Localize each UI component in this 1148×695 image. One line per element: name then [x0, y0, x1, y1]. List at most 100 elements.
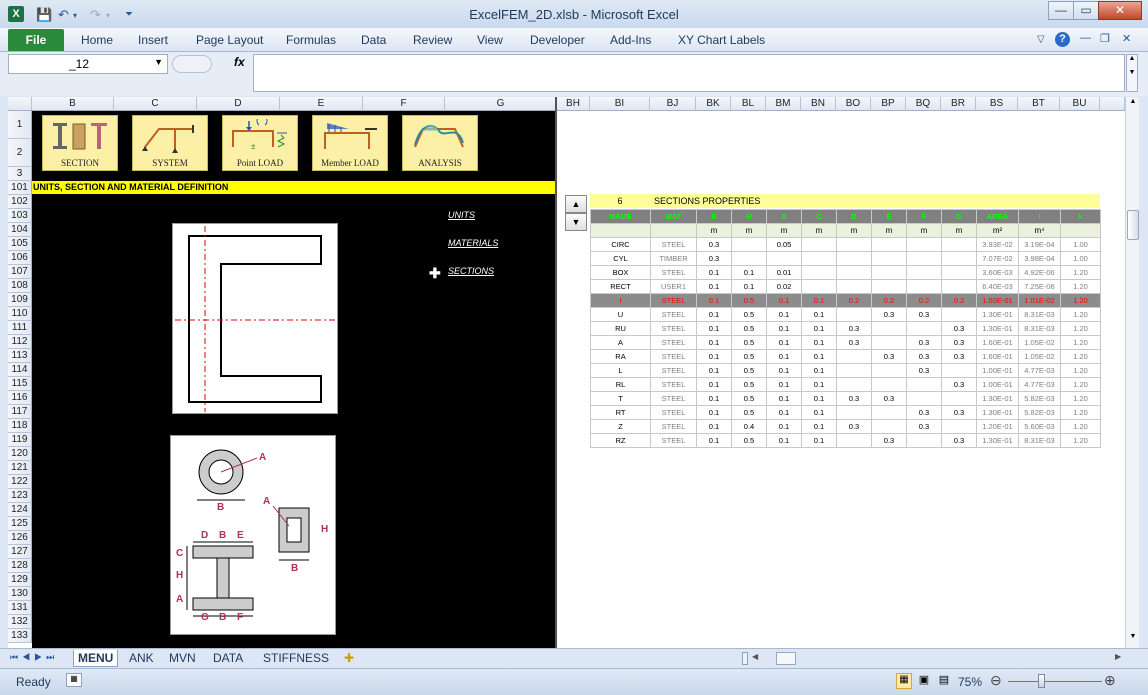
- tab-insert[interactable]: Insert: [138, 33, 168, 47]
- table-cell[interactable]: STEEL: [650, 349, 697, 364]
- table-cell[interactable]: 1.20: [1060, 293, 1101, 308]
- table-cell[interactable]: 1.60E-01: [976, 349, 1019, 364]
- table-cell[interactable]: 8.31E-03: [1018, 307, 1061, 322]
- table-cell[interactable]: [836, 405, 872, 420]
- tab-xy-chart-labels[interactable]: XY Chart Labels: [678, 33, 765, 47]
- row-header[interactable]: 120: [8, 447, 32, 461]
- workbook-minimize-icon[interactable]: —: [1080, 32, 1091, 44]
- table-cell[interactable]: [871, 279, 907, 294]
- table-cell[interactable]: 4.77E-03: [1018, 363, 1061, 378]
- table-cell[interactable]: 1.20: [1060, 405, 1101, 420]
- table-cell[interactable]: [941, 363, 977, 378]
- table-cell[interactable]: 0.1: [801, 335, 837, 350]
- row-header[interactable]: 115: [8, 377, 32, 391]
- table-cell[interactable]: [836, 349, 872, 364]
- sheet-tab-stiffness[interactable]: STIFFNESS: [259, 650, 333, 666]
- table-cell[interactable]: [941, 251, 977, 266]
- spin-down-button[interactable]: ▼: [565, 213, 587, 231]
- table-cell[interactable]: 0.3: [941, 335, 977, 350]
- table-cell[interactable]: [941, 237, 977, 252]
- table-cell[interactable]: [731, 237, 767, 252]
- table-cell[interactable]: 3.60E-03: [976, 265, 1019, 280]
- normal-view-icon[interactable]: ▦: [896, 673, 912, 689]
- table-cell[interactable]: 0.3: [906, 349, 942, 364]
- column-header[interactable]: [1100, 97, 1125, 111]
- table-cell[interactable]: 0.3: [906, 363, 942, 378]
- table-cell[interactable]: 0.1: [696, 321, 732, 336]
- column-header[interactable]: E: [280, 97, 363, 111]
- table-cell[interactable]: MAT: [650, 209, 697, 224]
- table-cell[interactable]: 0.02: [766, 279, 802, 294]
- point-load-button[interactable]: ± Point LOAD: [222, 115, 298, 171]
- table-cell[interactable]: 0.1: [696, 293, 732, 308]
- table-cell[interactable]: m: [766, 223, 802, 238]
- column-header[interactable]: BJ: [650, 97, 696, 111]
- table-cell[interactable]: 1.20: [1060, 419, 1101, 434]
- row-header[interactable]: 129: [8, 573, 32, 587]
- minimize-ribbon-icon[interactable]: ▽: [1037, 34, 1045, 45]
- row-header[interactable]: 113: [8, 349, 32, 363]
- table-cell[interactable]: 0.1: [696, 265, 732, 280]
- table-cell[interactable]: 1.30E-01: [976, 307, 1019, 322]
- table-cell[interactable]: [906, 391, 942, 406]
- table-cell[interactable]: STEEL: [650, 237, 697, 252]
- table-cell[interactable]: 0.1: [696, 419, 732, 434]
- table-cell[interactable]: 0.1: [766, 335, 802, 350]
- tab-page-layout[interactable]: Page Layout: [196, 33, 263, 47]
- table-cell[interactable]: m: [906, 223, 942, 238]
- table-cell[interactable]: 1.00: [1060, 251, 1101, 266]
- maximize-button[interactable]: ▭: [1073, 1, 1099, 20]
- table-cell[interactable]: 0.5: [731, 335, 767, 350]
- file-tab[interactable]: File: [8, 29, 64, 51]
- column-header[interactable]: D: [197, 97, 280, 111]
- table-cell[interactable]: 1.30E-01: [976, 433, 1019, 448]
- table-cell[interactable]: [906, 251, 942, 266]
- hscroll-thumb[interactable]: [776, 652, 796, 665]
- table-cell[interactable]: 0.1: [801, 349, 837, 364]
- tab-home[interactable]: Home: [81, 33, 113, 47]
- table-cell[interactable]: m: [731, 223, 767, 238]
- table-cell[interactable]: STEEL: [650, 363, 697, 378]
- table-cell[interactable]: 0.3: [906, 419, 942, 434]
- table-cell[interactable]: 1.20: [1060, 349, 1101, 364]
- table-cell[interactable]: m: [941, 223, 977, 238]
- zoom-in-icon[interactable]: ⊕: [1104, 672, 1116, 689]
- table-cell[interactable]: RU: [590, 321, 651, 336]
- column-header[interactable]: B: [32, 97, 114, 111]
- sheet-tab-mvn[interactable]: MVN: [165, 650, 200, 666]
- table-cell[interactable]: 0.5: [731, 377, 767, 392]
- table-cell[interactable]: 0.3: [941, 377, 977, 392]
- table-cell[interactable]: CIRC: [590, 237, 651, 252]
- section-button[interactable]: SECTION: [42, 115, 118, 171]
- table-cell[interactable]: [906, 321, 942, 336]
- column-header[interactable]: BL: [731, 97, 766, 111]
- table-cell[interactable]: 0.1: [766, 391, 802, 406]
- table-cell[interactable]: 5.60E-03: [1018, 419, 1061, 434]
- table-cell[interactable]: 0.1: [696, 307, 732, 322]
- row-header[interactable]: 112: [8, 335, 32, 349]
- table-cell[interactable]: STEEL: [650, 377, 697, 392]
- table-cell[interactable]: G: [941, 209, 977, 224]
- table-cell[interactable]: RZ: [590, 433, 651, 448]
- table-cell[interactable]: 0.5: [731, 363, 767, 378]
- table-cell[interactable]: 1.20: [1060, 279, 1101, 294]
- table-cell[interactable]: 0.5: [731, 349, 767, 364]
- table-cell[interactable]: 5.82E-03: [1018, 405, 1061, 420]
- column-header[interactable]: BP: [871, 97, 906, 111]
- table-cell[interactable]: 1.60E-01: [976, 335, 1019, 350]
- table-cell[interactable]: D: [836, 209, 872, 224]
- table-cell[interactable]: 0.1: [766, 433, 802, 448]
- table-cell[interactable]: [941, 265, 977, 280]
- table-cell[interactable]: 0.1: [696, 279, 732, 294]
- zoom-slider-track[interactable]: [1008, 681, 1102, 682]
- table-cell[interactable]: m: [801, 223, 837, 238]
- table-cell[interactable]: USER1: [650, 279, 697, 294]
- row-header[interactable]: 101: [8, 181, 32, 195]
- select-all-corner[interactable]: [8, 97, 32, 111]
- table-cell[interactable]: STEEL: [650, 293, 697, 308]
- table-cell[interactable]: 0.3: [906, 307, 942, 322]
- table-cell[interactable]: 0.1: [696, 433, 732, 448]
- table-cell[interactable]: RL: [590, 377, 651, 392]
- table-cell[interactable]: 1.20: [1060, 321, 1101, 336]
- tab-review[interactable]: Review: [413, 33, 452, 47]
